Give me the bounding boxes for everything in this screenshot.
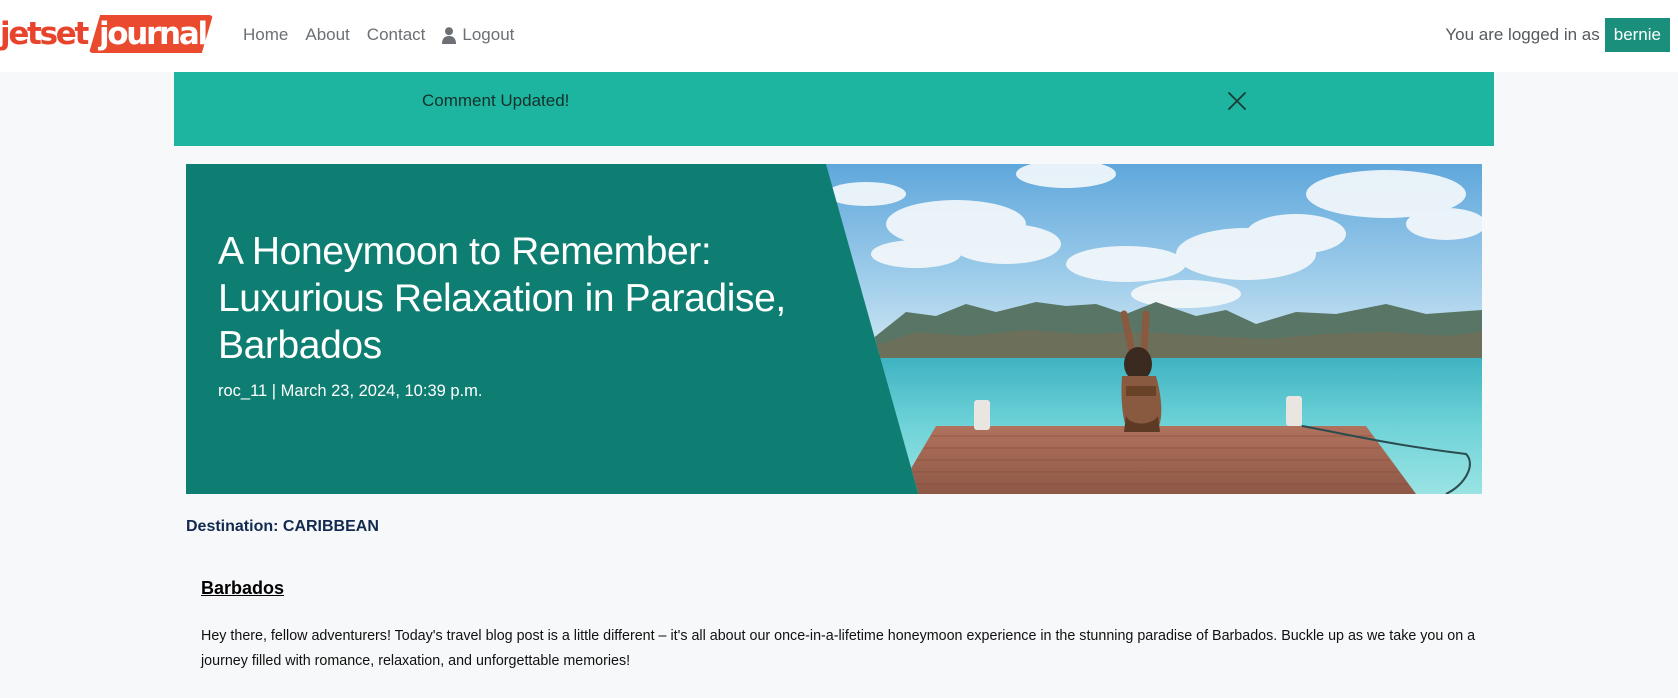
close-icon[interactable] (1226, 90, 1248, 112)
alert-message: Comment Updated! (422, 91, 570, 110)
success-alert: Comment Updated! (174, 72, 1494, 146)
brand-logo-journal-badge: journal (88, 15, 213, 53)
nav-links: Home About Contact Logout (243, 22, 514, 48)
nav-about-link[interactable]: About (305, 25, 349, 45)
brand-logo[interactable]: jetset journal (0, 14, 213, 54)
user-icon (442, 26, 457, 44)
brand-logo-jetset: jetset (0, 16, 89, 52)
section-heading: Barbados (201, 578, 285, 598)
post-title: A Honeymoon to Remember: Luxurious Relax… (218, 230, 786, 367)
post-meta: roc_11 | March 23, 2024, 10:39 p.m. (218, 382, 483, 400)
nav-logout-label: Logout (462, 25, 515, 44)
post-hero: A Honeymoon to Remember: Luxurious Relax… (186, 164, 1482, 494)
login-status-text: You are logged in as (1445, 25, 1600, 44)
login-status: You are logged in as bernie (1445, 18, 1670, 52)
username-badge: bernie (1604, 18, 1670, 52)
post-hero-text: A Honeymoon to Remember: Luxurious Relax… (218, 228, 838, 401)
navbar: jetset journal Home About Contact Logout… (0, 0, 1678, 72)
post-destination: Destination: CARIBBEAN (186, 518, 379, 535)
post-paragraph: Hey there, fellow adventurers! Today's t… (201, 628, 1476, 669)
post-hero-image (826, 164, 1482, 494)
brand-logo-journal: journal (98, 16, 208, 52)
nav-logout-link[interactable]: Logout (442, 25, 514, 45)
nav-home-link[interactable]: Home (243, 25, 288, 45)
nav-contact-link[interactable]: Contact (367, 25, 426, 45)
